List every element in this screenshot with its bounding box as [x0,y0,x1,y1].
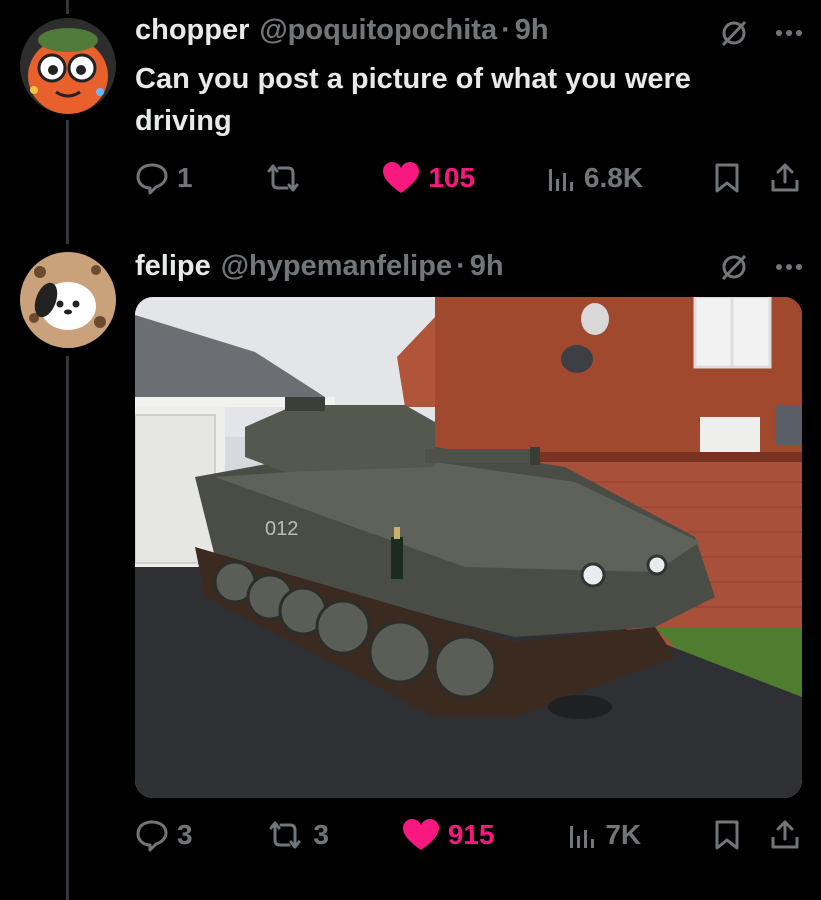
timestamp[interactable]: 9h [515,14,549,47]
share-upload-icon[interactable] [770,162,800,194]
user-handle[interactable]: @poquitopochita [259,14,497,47]
heart-filled-icon [382,161,420,195]
tank-photo-image: 012 [135,297,802,798]
grok-slash-icon[interactable] [719,252,749,282]
like-button[interactable]: 105 [382,161,475,195]
action-bar: 1 105 6.8K [135,158,800,198]
user-handle[interactable]: @hypemanfelipe [221,250,452,283]
share-upload-icon[interactable] [770,819,800,851]
speech-bubble-icon [135,818,169,852]
reply-count: 3 [177,819,193,850]
like-button[interactable]: 915 [402,818,495,852]
avatar-cartoon-dog-icon [20,252,116,348]
grok-slash-icon[interactable] [719,18,749,48]
repost-button[interactable] [263,163,311,193]
post-header: chopper @poquitopochita · 9h [135,14,549,47]
separator-dot: · [501,14,511,46]
bar-chart-icon [567,820,597,850]
like-count: 105 [428,162,476,193]
repost-button[interactable]: 3 [265,819,329,851]
post-header: felipe @hypemanfelipe · 9h [135,250,504,283]
separator-dot: · [456,250,466,282]
avatar-felipe[interactable] [20,252,116,348]
reply-count: 1 [177,162,193,193]
bar-chart-icon [546,163,576,193]
display-name[interactable]: chopper [135,14,249,47]
timestamp[interactable]: 9h [470,250,504,283]
repost-arrows-icon [263,163,303,193]
display-name[interactable]: felipe [135,250,211,283]
speech-bubble-icon [135,161,169,195]
bookmark-icon[interactable] [714,819,740,851]
tank-hull-number: 012 [265,518,298,540]
bookmark-share-group [714,819,800,851]
more-dots-icon[interactable] [775,263,803,271]
post-text: Can you post a picture of what you were … [135,63,691,137]
reply-button[interactable]: 1 [135,161,193,195]
views-button[interactable]: 7K [567,819,641,851]
reply-button[interactable]: 3 [135,818,193,852]
views-count: 6.8K [583,162,644,193]
post-top-icons [719,252,803,282]
like-count: 915 [447,819,495,850]
post-photo-tank[interactable]: 012 [135,297,802,798]
more-dots-icon[interactable] [775,29,803,37]
heart-filled-icon [402,818,440,852]
post-top-icons [719,18,803,48]
avatar-cartoon-orange-icon [20,18,116,114]
repost-arrows-icon [265,820,305,850]
bookmark-icon[interactable] [714,162,740,194]
repost-count: 3 [313,819,329,850]
views-count: 7K [605,819,642,850]
action-bar-felipe: 3 3 915 7K [135,815,800,855]
avatar-chopper[interactable] [20,18,116,114]
bookmark-share-group [714,162,800,194]
post-chopper[interactable]: chopper @poquitopochita · 9h Can you pos… [0,0,821,220]
views-button[interactable]: 6.8K [546,162,643,194]
